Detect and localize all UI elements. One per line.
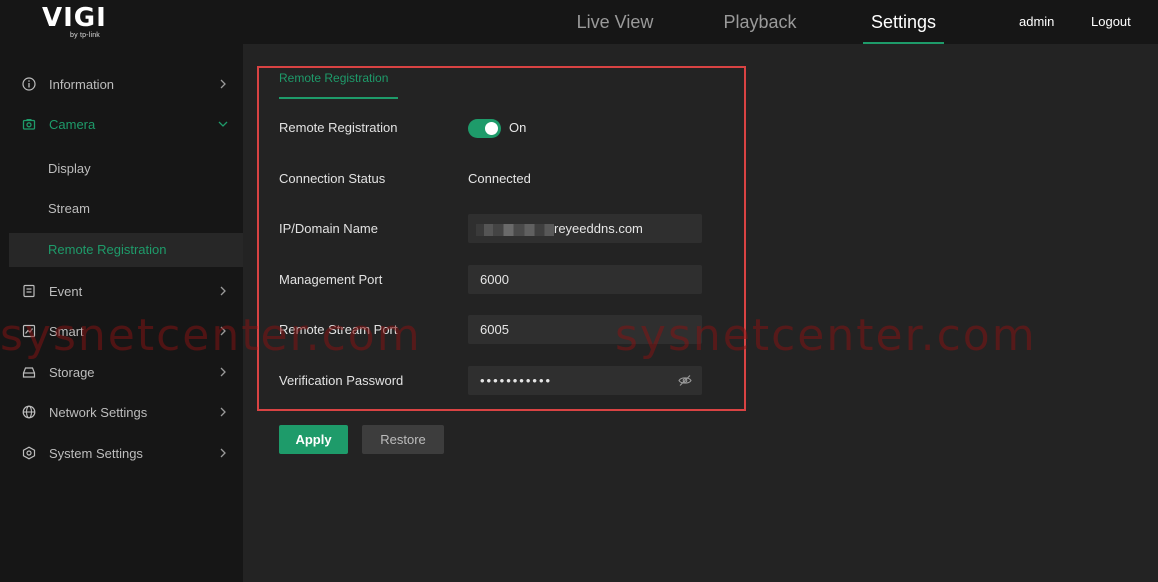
top-bar: VIGI by tp-link Live View Playback Setti…: [0, 0, 1158, 44]
remote-stream-port-input[interactable]: 6005: [468, 315, 702, 344]
sidebar-item-label: Information: [49, 76, 115, 92]
domain-name-input[interactable]: reyeeddns.com: [468, 214, 702, 243]
sidebar-item-smart[interactable]: Smart: [9, 314, 243, 348]
brand-name: VIGI: [42, 3, 107, 33]
sidebar-item-label: System Settings: [49, 445, 143, 461]
management-port-input[interactable]: 6000: [468, 265, 702, 294]
sidebar-item-network-settings[interactable]: Network Settings: [9, 395, 243, 429]
chevron-right-icon: [217, 366, 229, 378]
chevron-right-icon: [217, 447, 229, 459]
sidebar-item-information[interactable]: Information: [9, 67, 243, 101]
remote-registration-toggle[interactable]: [468, 119, 501, 138]
chevron-right-icon: [217, 78, 229, 90]
sidebar-subitem-stream[interactable]: Stream: [9, 192, 243, 226]
tab-playback[interactable]: Playback: [717, 0, 803, 44]
sidebar-item-system-settings[interactable]: System Settings: [9, 436, 243, 470]
management-port-label: Management Port: [279, 272, 383, 287]
sidebar-item-event[interactable]: Event: [9, 274, 243, 308]
logout-link[interactable]: Logout: [1091, 0, 1131, 44]
event-icon: [22, 284, 36, 298]
camera-icon: [22, 117, 36, 131]
sidebar-item-label: Smart: [49, 323, 84, 339]
sidebar-subitem-display[interactable]: Display: [9, 152, 243, 186]
blurred-region: [476, 223, 554, 236]
remote-registration-label: Remote Registration: [279, 120, 398, 135]
restore-button[interactable]: Restore: [362, 425, 444, 454]
remote-stream-port-label: Remote Stream Port: [279, 322, 398, 337]
chevron-right-icon: [217, 325, 229, 337]
sidebar-item-label: Event: [49, 283, 83, 299]
sidebar-item-label: Network Settings: [49, 404, 148, 420]
chevron-right-icon: [217, 406, 229, 418]
settings-cube-icon: [22, 446, 36, 460]
user-name[interactable]: admin: [1019, 0, 1054, 44]
connection-status-value: Connected: [468, 171, 531, 186]
storage-icon: [22, 365, 36, 379]
domain-name-value: reyeeddns.com: [554, 221, 643, 236]
chevron-down-icon: [217, 118, 229, 130]
connection-status-label: Connection Status: [279, 171, 386, 186]
sidebar-subitem-remote-registration[interactable]: Remote Registration: [9, 233, 243, 267]
brand-sub: by tp-link: [70, 32, 101, 39]
globe-icon: [22, 405, 36, 419]
sidebar-item-label: Storage: [49, 364, 95, 380]
info-icon: [22, 77, 36, 91]
domain-name-label: IP/Domain Name: [279, 221, 378, 236]
sidebar-item-storage[interactable]: Storage: [9, 355, 243, 389]
tab-live-view[interactable]: Live View: [572, 0, 658, 44]
toggle-knob: [485, 122, 498, 135]
sidebar-item-label: Camera: [49, 116, 96, 132]
password-value: •••••••••••: [480, 373, 553, 388]
apply-button[interactable]: Apply: [279, 425, 348, 454]
smart-icon: [22, 324, 36, 338]
eye-off-icon[interactable]: [678, 374, 692, 387]
chevron-right-icon: [217, 285, 229, 297]
verification-password-label: Verification Password: [279, 373, 404, 388]
sidebar-item-camera[interactable]: Camera: [9, 107, 243, 141]
vigi-logo[interactable]: VIGI by tp-link: [42, 5, 122, 41]
tab-settings[interactable]: Settings: [863, 0, 944, 44]
verification-password-input[interactable]: •••••••••••: [468, 366, 702, 395]
toggle-state-text: On: [509, 120, 527, 135]
tab-remote-registration[interactable]: Remote Registration: [279, 71, 399, 99]
